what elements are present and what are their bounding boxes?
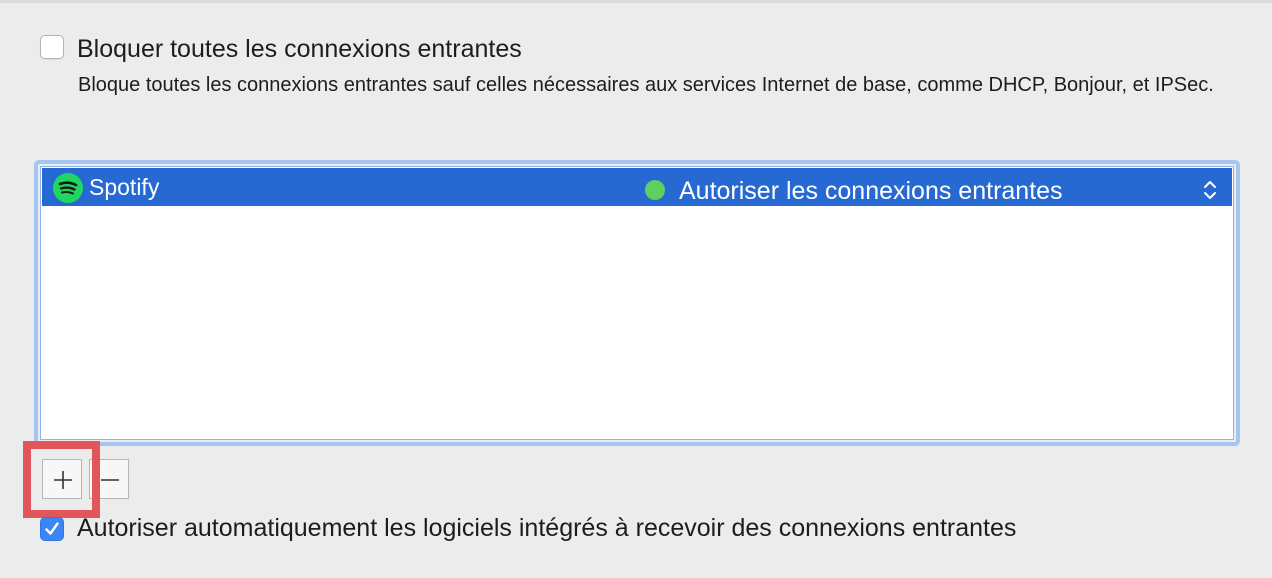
block-all-checkbox[interactable] <box>40 35 64 59</box>
minus-icon <box>101 479 119 481</box>
spotify-icon <box>52 172 84 204</box>
block-all-description: Bloque toutes les connexions entrantes s… <box>78 74 1214 96</box>
top-divider <box>0 0 1272 3</box>
highlight-annotation <box>23 441 100 518</box>
chevron-updown-icon[interactable] <box>1200 178 1220 202</box>
status-indicator-dot <box>645 180 665 200</box>
checkmark-icon <box>45 522 59 535</box>
auto-allow-label: Autoriser automatiquement les logiciels … <box>77 514 1017 542</box>
block-all-label: Bloquer toutes les connexions entrantes <box>77 35 522 63</box>
connection-status-popup[interactable]: Autoriser les connexions entrantes <box>679 175 1063 207</box>
app-name: Spotify <box>89 174 160 200</box>
auto-allow-checkbox[interactable] <box>40 517 64 541</box>
app-list[interactable]: Spotify Autoriser les connexions entrant… <box>40 166 1234 440</box>
app-list-row-spotify[interactable]: Spotify Autoriser les connexions entrant… <box>42 168 1232 206</box>
